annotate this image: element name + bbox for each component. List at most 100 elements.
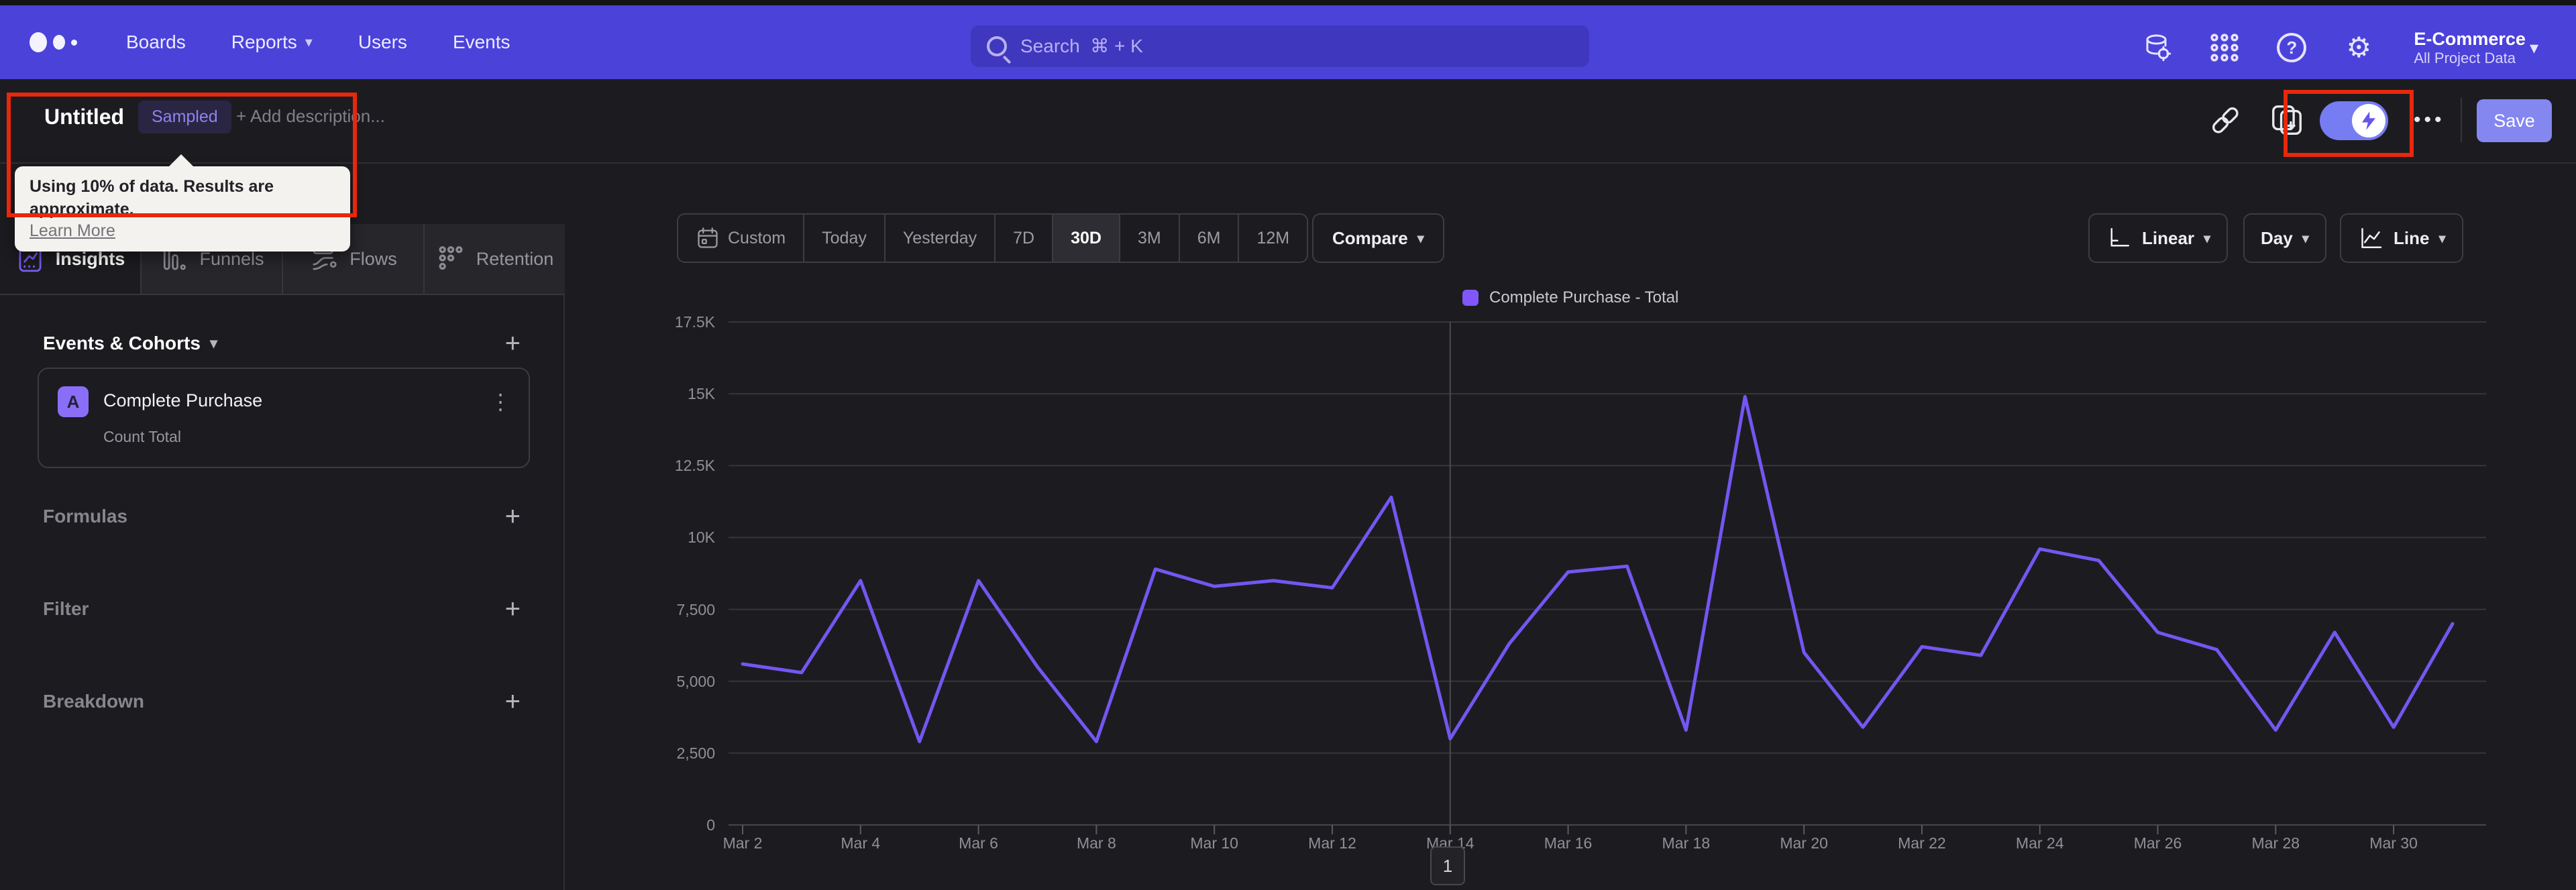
chevron-down-icon: ▾ <box>2302 231 2309 246</box>
y-axis-label: 10K <box>688 529 715 547</box>
range-today[interactable]: Today <box>804 215 885 262</box>
nav-item-reports[interactable]: Reports ▾ <box>231 32 313 53</box>
project-scope: All Project Data <box>2414 49 2516 66</box>
pagination-page-1[interactable]: 1 <box>1430 846 1465 885</box>
add-event-button[interactable]: + <box>505 330 521 357</box>
formulas-section: Formulas + <box>43 502 521 531</box>
chevron-down-icon: ▾ <box>1417 231 1424 246</box>
y-axis-label: 2,500 <box>676 744 715 762</box>
tooltip-message: Using 10% of data. Results are approxima… <box>30 177 274 219</box>
nav-item-label: Reports <box>231 32 297 52</box>
line-chart-plot[interactable] <box>729 315 2486 845</box>
tab-label: Retention <box>476 248 554 269</box>
chart-type-dropdown[interactable]: Line ▾ <box>2340 213 2463 263</box>
compare-dropdown[interactable]: Compare ▾ <box>1312 213 1444 263</box>
add-filter-button[interactable]: + <box>505 596 521 622</box>
report-title[interactable]: Untitled <box>44 105 124 129</box>
nav-item-users[interactable]: Users <box>358 32 407 53</box>
help-icon[interactable]: ? <box>2275 32 2308 64</box>
range-yesterday[interactable]: Yesterday <box>885 215 996 262</box>
event-more-icon[interactable]: ⋮ <box>490 389 511 414</box>
range-6m[interactable]: 6M <box>1180 215 1240 262</box>
mixpanel-logo-icon[interactable] <box>30 32 103 52</box>
line-chart-svg <box>729 321 2486 834</box>
event-name: Complete Purchase <box>103 390 263 410</box>
y-axis-label: 0 <box>706 816 715 834</box>
x-axis-label: Mar 2 <box>722 834 763 852</box>
x-axis-label: Mar 30 <box>2369 834 2418 852</box>
query-builder-sidebar: Events & Cohorts ▾ + A Complete Purchase… <box>0 295 565 890</box>
project-name: E-Commerce <box>2414 28 2526 49</box>
y-axis-label: 17.5K <box>674 313 715 331</box>
range-3m[interactable]: 3M <box>1120 215 1180 262</box>
range-30d[interactable]: 30D <box>1053 215 1120 262</box>
lightning-bolt-icon <box>2352 104 2385 137</box>
nav-item-label: Users <box>358 32 407 52</box>
divider <box>2461 98 2462 142</box>
sampling-tooltip: Using 10% of data. Results are approxima… <box>15 154 350 252</box>
granularity-dropdown[interactable]: Day ▾ <box>2243 213 2326 263</box>
search-icon <box>987 36 1007 56</box>
nav-item-label: Boards <box>126 32 186 52</box>
top-navigation-bar: Boards Reports ▾ Users Events ? ⚙ E-Comme… <box>0 5 2576 79</box>
sampling-toggle[interactable] <box>2320 101 2388 140</box>
x-axis-label: Mar 16 <box>1544 834 1593 852</box>
events-cohorts-header: Events & Cohorts ▾ + <box>43 330 521 357</box>
y-axis-label: 5,000 <box>676 672 715 690</box>
breakdown-section: Breakdown + <box>43 687 521 716</box>
y-axis-label: 12.5K <box>674 457 715 475</box>
x-axis-label: Mar 22 <box>1898 834 1946 852</box>
project-switcher[interactable]: E-Commerce All Project Data ▾ <box>2410 29 2538 66</box>
scale-dropdown[interactable]: Linear ▾ <box>2088 213 2229 263</box>
tab-label: Flows <box>350 248 397 269</box>
y-axis-label: 15K <box>688 385 715 403</box>
range-custom[interactable]: Custom <box>678 215 805 262</box>
chart-legend[interactable]: Complete Purchase - Total <box>1462 288 1678 307</box>
learn-more-link[interactable]: Learn More <box>30 221 335 241</box>
legend-label: Complete Purchase - Total <box>1489 288 1679 307</box>
chevron-down-icon: ▾ <box>209 335 217 351</box>
tooltip-arrow <box>168 154 195 168</box>
settings-gear-icon[interactable]: ⚙ <box>2343 32 2375 64</box>
chevron-down-icon: ▾ <box>2529 37 2538 58</box>
x-axis-label: Mar 20 <box>1780 834 1828 852</box>
add-formula-button[interactable]: + <box>505 503 521 530</box>
nav-right-cluster: ? ⚙ E-Commerce All Project Data ▾ <box>2141 11 2576 85</box>
x-axis-label: Mar 6 <box>959 834 998 852</box>
add-breakdown-button[interactable]: + <box>505 688 521 715</box>
y-axis-label: 7,500 <box>676 600 715 618</box>
nav-item-boards[interactable]: Boards <box>126 32 186 53</box>
nav-item-events[interactable]: Events <box>453 32 511 53</box>
search-input[interactable] <box>1019 35 1556 58</box>
save-button[interactable]: Save <box>2477 99 2552 142</box>
date-range-segmented-control: Custom Today Yesterday 7D 30D 3M 6M 12M <box>677 213 1309 263</box>
data-pipeline-icon[interactable] <box>2141 32 2174 64</box>
global-search[interactable] <box>971 25 1589 67</box>
event-card-complete-purchase[interactable]: A Complete Purchase Count Total ⋮ <box>38 368 530 468</box>
tab-label: Funnels <box>199 248 264 269</box>
event-letter-badge: A <box>58 386 89 417</box>
x-axis-label: Mar 10 <box>1190 834 1238 852</box>
x-axis-label: Mar 28 <box>2251 834 2300 852</box>
event-metric[interactable]: Count Total <box>103 428 181 446</box>
share-link-icon[interactable] <box>2207 102 2243 138</box>
tab-retention[interactable]: Retention <box>425 224 565 294</box>
duplicate-icon[interactable] <box>2269 102 2305 138</box>
range-7d[interactable]: 7D <box>996 215 1054 262</box>
sampled-badge[interactable]: Sampled <box>138 101 231 133</box>
nav-item-label: Events <box>452 32 511 52</box>
apps-grid-icon[interactable] <box>2208 32 2241 64</box>
x-axis-label: Mar 18 <box>1662 834 1711 852</box>
x-axis-label: Mar 26 <box>2133 834 2182 852</box>
chevron-down-icon: ▾ <box>2438 231 2446 246</box>
insights-report-page: Boards Reports ▾ Users Events ? ⚙ E-Comme… <box>0 0 2576 890</box>
events-cohorts-toggle[interactable]: Events & Cohorts ▾ <box>43 333 217 354</box>
legend-swatch <box>1462 290 1479 306</box>
range-12m[interactable]: 12M <box>1239 215 1307 262</box>
add-description-field[interactable]: + Add description... <box>236 106 385 127</box>
x-axis-label: Mar 12 <box>1308 834 1356 852</box>
filter-section: Filter + <box>43 594 521 624</box>
more-icon[interactable]: ••• <box>2414 109 2445 131</box>
x-axis-label: Mar 4 <box>841 834 881 852</box>
tab-label: Insights <box>55 248 125 269</box>
